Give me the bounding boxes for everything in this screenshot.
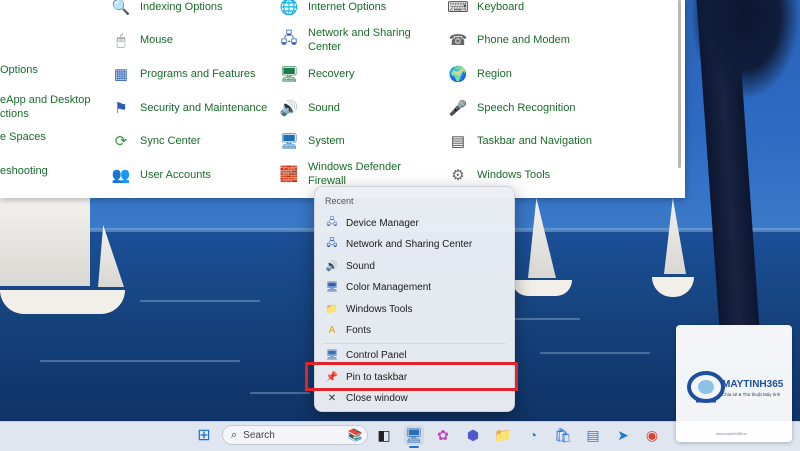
users-icon: 👥 (111, 167, 131, 184)
jump-list-item-windows-tools[interactable]: 📁 Windows Tools (316, 298, 513, 320)
teams-icon[interactable]: ⬢ (463, 425, 483, 445)
network-icon: 🖧 (326, 237, 338, 249)
cp-item-windows-defender-firewall[interactable]: 🧱 Windows Defender Firewall (278, 160, 401, 188)
file-explorer-icon[interactable]: 📁 (493, 425, 513, 445)
microphone-icon: 🎤 (448, 100, 468, 117)
recovery-icon: 🖥 (279, 66, 299, 83)
sea-wave (140, 300, 260, 302)
control-panel-icon: 🖥 (325, 349, 339, 361)
cp-item-security-maintenance[interactable]: ⚑ Security and Maintenance (110, 97, 267, 119)
palm-leaves (690, 0, 800, 100)
cp-item-sync-center[interactable]: ⟳ Sync Center (110, 130, 201, 152)
chrome-icon[interactable]: ◉ (642, 425, 662, 445)
watermark-brand: MAYTINH365 (722, 379, 784, 390)
sync-icon: ⟳ (114, 133, 128, 150)
cp-item-recovery[interactable]: 🖥 Recovery (278, 63, 354, 85)
system-monitor-icon: 🖥 (279, 133, 299, 150)
cp-item-region[interactable]: 🌍 Region (447, 63, 512, 85)
sea-wave (540, 352, 650, 354)
taskbar-icon: ▤ (450, 133, 466, 150)
cp-item-troubleshooting-partial[interactable]: eshooting (0, 164, 48, 178)
control-panel-window: 🔍 Indexing Options 🌐 Internet Options ⌨ … (0, 0, 685, 198)
gear-tools-icon: ⚙ (451, 167, 465, 184)
windows-start-icon[interactable]: ⊞ (194, 425, 214, 445)
maps-icon[interactable]: ➤ (613, 425, 633, 445)
pin-to-taskbar-highlight (305, 362, 518, 391)
jump-list-item-sound[interactable]: 🔊 Sound (316, 255, 513, 277)
notepad-icon[interactable]: ▤ (583, 425, 603, 445)
active-app-indicator (409, 446, 419, 448)
scrollbar[interactable] (678, 0, 681, 168)
speaker-icon: 🔊 (279, 100, 299, 117)
cp-item-windows-tools[interactable]: ⚙ Windows Tools (447, 164, 550, 186)
jump-list-item-network-sharing-center[interactable]: 🖧 Network and Sharing Center (316, 233, 513, 255)
region-icon: 🌍 (448, 66, 468, 83)
sail (0, 198, 90, 286)
security-flag-icon: ⚑ (114, 100, 128, 117)
speaker-icon: 🔊 (325, 260, 339, 272)
cp-item-sound[interactable]: 🔊 Sound (278, 97, 340, 119)
close-icon: ✕ (327, 392, 337, 404)
cp-item-internet-options[interactable]: 🌐 Internet Options (278, 0, 387, 18)
color-management-icon: 🖥 (325, 281, 339, 293)
cp-item-storage-spaces-partial[interactable]: e Spaces (0, 130, 46, 144)
watermark-bottom-text: www.maytinh365.vn (716, 432, 748, 436)
jump-list-item-color-management[interactable]: 🖥 Color Management (316, 276, 513, 298)
cp-item-phone-modem[interactable]: ☎ Phone and Modem (447, 29, 570, 51)
cp-item-system[interactable]: 🖥 System (278, 130, 344, 152)
search-icon: ⌕ (231, 428, 238, 441)
cp-item-indexing-options[interactable]: 🔍 Indexing Options (110, 0, 223, 18)
store-icon[interactable]: 🛍 (553, 425, 573, 445)
cp-item-taskbar-navigation[interactable]: ▤ Taskbar and Navigation (447, 130, 592, 152)
cp-item-user-accounts[interactable]: 👥 User Accounts (110, 164, 211, 186)
programs-icon: ▦ (113, 66, 129, 83)
phone-modem-icon: ☎ (448, 32, 468, 49)
jump-list-section-recent: Recent (325, 196, 354, 206)
cp-item-programs-features[interactable]: ▦ Programs and Features (110, 63, 256, 85)
keyboard-icon: ⌨ (447, 0, 469, 16)
device-manager-icon: 🖧 (326, 216, 338, 228)
internet-options-icon: 🌐 (279, 0, 299, 16)
cp-item-remoteapp-partial[interactable]: eApp and Desktop ctions (0, 93, 91, 121)
mouse-icon: 🖱 (116, 31, 126, 49)
cp-item-speech-recognition[interactable]: 🎤 Speech Recognition (447, 97, 576, 119)
firewall-icon: 🧱 (279, 166, 299, 183)
cp-item-mouse[interactable]: 🖱 Mouse (110, 29, 173, 51)
edge-icon[interactable]: ◔ (523, 425, 543, 445)
indexing-icon: 🔍 (111, 0, 131, 16)
boat-hull (512, 280, 572, 296)
task-view-icon[interactable]: ◧ (374, 425, 394, 445)
copilot-icon[interactable]: ✿ (433, 425, 453, 445)
cp-item-options-partial[interactable]: Options (0, 63, 38, 77)
sea-wave (40, 360, 240, 362)
folder-icon: 📁 (325, 303, 339, 315)
jump-list-item-device-manager[interactable]: 🖧 Device Manager (316, 212, 513, 234)
boat-hull (0, 290, 125, 314)
network-icon: 🖧 (280, 29, 298, 47)
cp-item-keyboard[interactable]: ⌨ Keyboard (447, 0, 524, 18)
sea-wave (250, 392, 310, 394)
cp-item-network-sharing-center[interactable]: 🖧 Network and Sharing Center (278, 26, 411, 54)
fonts-icon: A (328, 324, 336, 336)
search-placeholder: Search (243, 429, 275, 441)
jump-list-item-fonts[interactable]: A Fonts (316, 319, 513, 341)
control-panel-icon[interactable]: 🖥 (404, 425, 424, 445)
books-icon: 📚 (347, 428, 363, 442)
watermark-tagline: Chia sẻ & Thủ thuật Máy tính (722, 392, 781, 397)
